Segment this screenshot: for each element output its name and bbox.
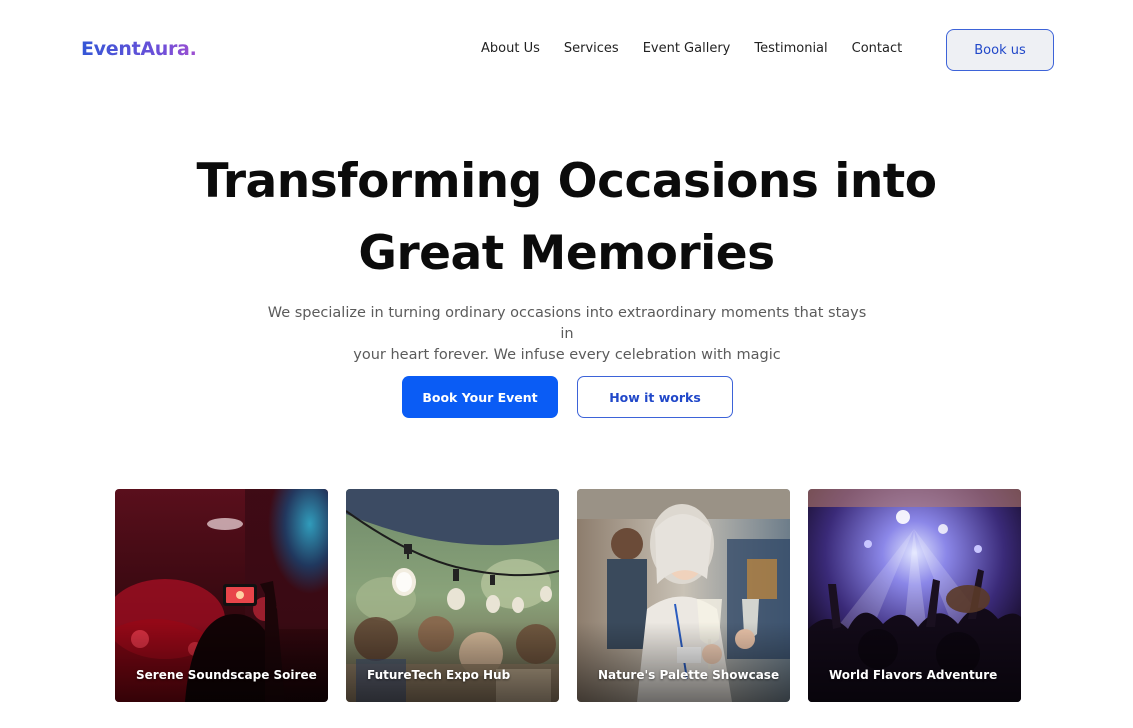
card-title: Serene Soundscape Soiree bbox=[136, 668, 317, 682]
gallery-card-natures-palette[interactable]: Nature's Palette Showcase bbox=[577, 489, 790, 702]
nav-services[interactable]: Services bbox=[564, 41, 619, 56]
landing-page: EventAura. About Us Services Event Galle… bbox=[0, 0, 1133, 728]
hero-title-line1: Transforming Occasions into bbox=[196, 154, 937, 209]
gallery-card-futuretech-expo[interactable]: FutureTech Expo Hub bbox=[346, 489, 559, 702]
main-nav: About Us Services Event Gallery Testimon… bbox=[481, 41, 926, 56]
card-title: Nature's Palette Showcase bbox=[598, 668, 780, 682]
gallery-card-world-flavors[interactable]: World Flavors Adventure bbox=[808, 489, 1021, 702]
how-it-works-button[interactable]: How it works bbox=[577, 376, 733, 418]
nav-testimonial[interactable]: Testimonial bbox=[754, 41, 827, 56]
card-shade bbox=[808, 622, 1021, 702]
hero-subtitle-line1: We specialize in turning ordinary occasi… bbox=[267, 305, 867, 342]
nav-contact[interactable]: Contact bbox=[852, 41, 903, 56]
book-us-button[interactable]: Book us bbox=[946, 29, 1054, 71]
card-shade bbox=[577, 622, 790, 702]
card-title: FutureTech Expo Hub bbox=[367, 668, 511, 682]
nav-about-us[interactable]: About Us bbox=[481, 41, 540, 56]
card-shade bbox=[346, 622, 559, 702]
card-shade bbox=[115, 622, 328, 702]
hero-title-line2: Great Memories bbox=[358, 226, 775, 281]
gallery-card-serene-soundscape[interactable]: Serene Soundscape Soiree bbox=[115, 489, 328, 702]
hero-subtitle: We specialize in turning ordinary occasi… bbox=[262, 303, 872, 366]
book-your-event-button[interactable]: Book Your Event bbox=[402, 376, 558, 418]
hero-subtitle-line2: your heart forever. We infuse every cele… bbox=[353, 347, 781, 363]
hero-title: Transforming Occasions into Great Memori… bbox=[0, 146, 1133, 290]
nav-event-gallery[interactable]: Event Gallery bbox=[643, 41, 731, 56]
brand-logo[interactable]: EventAura. bbox=[81, 38, 197, 60]
card-title: World Flavors Adventure bbox=[829, 668, 998, 682]
